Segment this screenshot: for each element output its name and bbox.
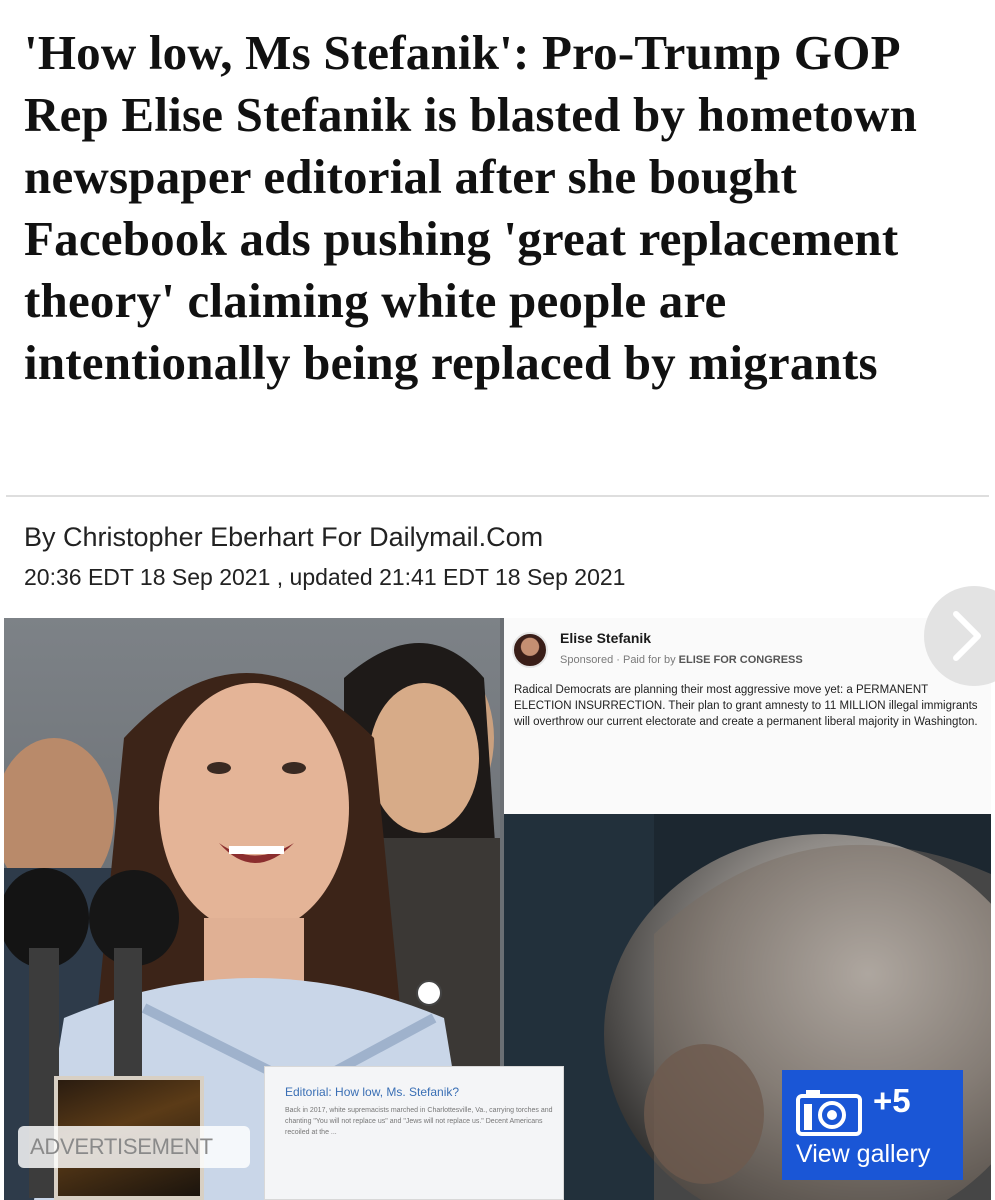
article-headline: 'How low, Ms Stefanik': Pro-Trump GOP Re… [24, 25, 918, 390]
advertisement-label: ADVERTISEMENT [18, 1126, 250, 1168]
facebook-ad-screenshot: Elise Stefanik Sponsored · Paid for by E… [504, 618, 991, 818]
ad-account-name: Elise Stefanik [560, 630, 652, 646]
chevron-right-icon [953, 611, 981, 661]
ad-sponsored-line: Sponsored · Paid for by ELISE FOR CONGRE… [560, 654, 803, 666]
publish-dates: 20:36 EDT 18 Sep 2021 , updated 21:41 ED… [24, 564, 626, 590]
avatar [512, 632, 548, 668]
sponsor-name: ELISE FOR CONGRESS [678, 654, 803, 666]
view-gallery-button[interactable]: +5 View gallery [782, 1070, 963, 1180]
divider [6, 495, 989, 497]
gallery-label: View gallery [796, 1140, 931, 1168]
byline: By Christopher Eberhart For Dailymail.Co… [24, 522, 544, 552]
gallery-count: +5 [873, 1082, 911, 1119]
editorial-inset: Editorial: How low, Ms. Stefanik? Back i… [264, 1066, 564, 1200]
sponsored-label: Sponsored · Paid for by [560, 654, 676, 666]
editorial-title: Editorial: How low, Ms. Stefanik? [285, 1085, 460, 1099]
ad-body-text: Radical Democrats are planning their mos… [514, 684, 978, 728]
editorial-snippet: Back in 2017, white supremacists marched… [285, 1107, 553, 1136]
camera-icon [796, 1090, 862, 1136]
